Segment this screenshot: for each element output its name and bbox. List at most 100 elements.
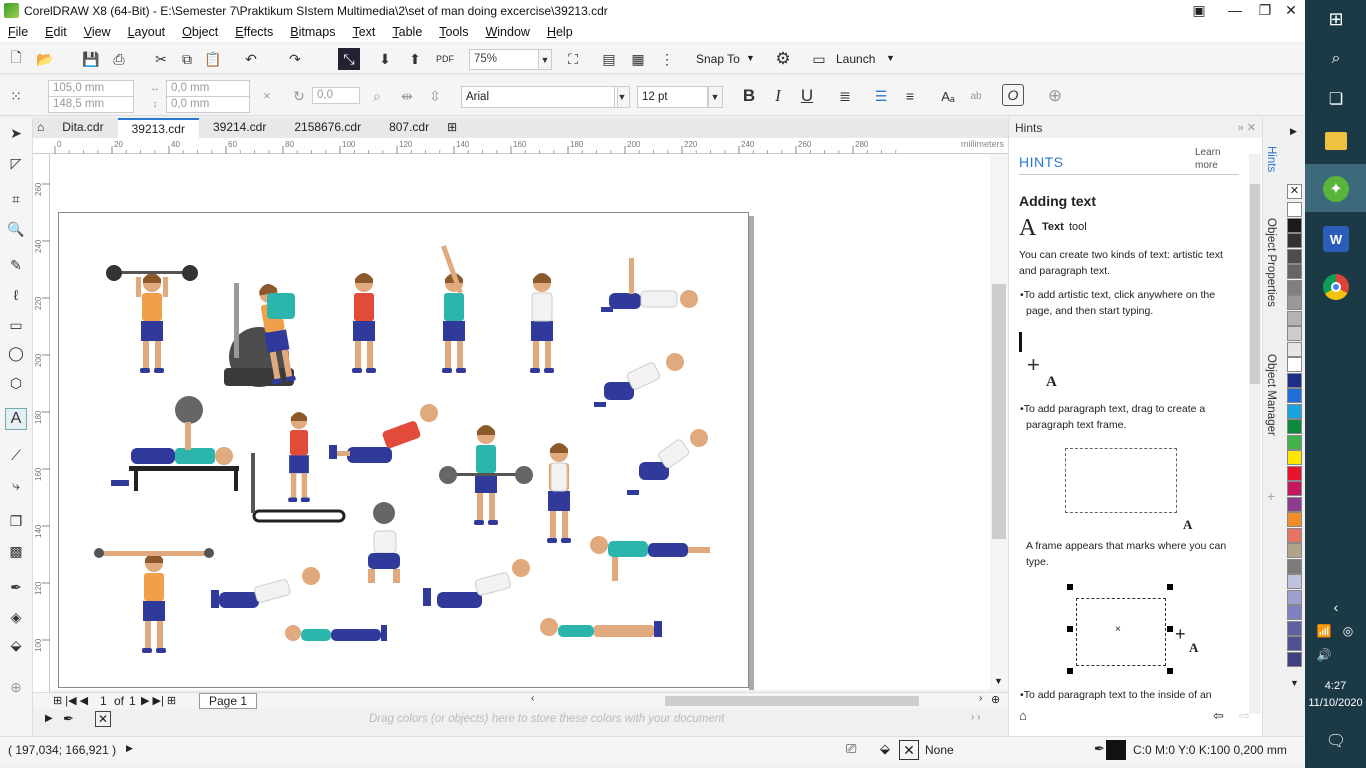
smart-fill-icon[interactable]: ⬙ [5,634,27,656]
palette-flyout-icon[interactable]: ▶ [1290,126,1297,137]
lock-ratio-icon[interactable]: ⨯ [256,85,278,107]
save-icon[interactable]: 💾 [80,48,102,70]
rectangle-tool-icon[interactable]: ▭ [5,314,27,336]
color-swatch[interactable] [1287,233,1302,248]
menu-effects[interactable]: Effects [235,25,273,39]
notifications-icon[interactable]: 🗨 [1323,728,1349,754]
minimize-button[interactable]: — [1220,0,1250,22]
polygon-tool-icon[interactable]: ⬡ [5,372,27,394]
paste-icon[interactable]: 📋 [202,48,224,70]
exercise-illustration[interactable] [59,213,750,689]
menu-file[interactable]: File [8,25,28,39]
guidelines-icon[interactable]: ⋮ [656,48,678,70]
underline-icon[interactable]: U [796,85,818,107]
add-docker-icon[interactable]: + [1267,488,1275,504]
copy-icon[interactable]: ⧉ [176,48,198,70]
undo-icon[interactable]: ↶ [240,48,262,70]
no-fill-swatch[interactable]: ✕ [1287,184,1302,199]
volume-icon[interactable]: 🔊 [1311,642,1337,668]
redo-icon[interactable]: ↷ [284,48,306,70]
export-icon[interactable]: ⬆ [404,48,426,70]
crop-tool-icon[interactable]: ⌗ [5,188,27,210]
side-tab-object-manager[interactable]: Object Manager [1265,354,1277,436]
color-swatch[interactable] [1287,434,1302,450]
gear-icon[interactable]: ⚙ [772,48,794,70]
status-expand-icon[interactable]: ▶ [126,743,133,754]
menu-table[interactable]: Table [392,25,422,39]
full-screen-icon[interactable]: ⛶ [562,48,584,70]
font-family-field[interactable]: Arial [461,86,618,108]
scroll-down-icon[interactable]: ▼ [994,676,1003,686]
drop-cap-icon[interactable]: ≡ [899,85,921,107]
side-tab-object-properties[interactable]: Object Properties [1265,218,1277,307]
network-icon[interactable]: 📶 [1311,618,1337,644]
color-swatch[interactable] [1287,279,1302,295]
palette-arrows-icon[interactable]: › › [971,712,980,723]
tray-chevron-icon[interactable]: ‹ [1323,594,1349,620]
add-icon[interactable]: ⊕ [1044,85,1066,107]
tab-39214[interactable]: 39214.cdr [199,118,280,138]
parallel-dimension-icon[interactable]: ⟋ [5,444,27,466]
eyedropper-small-icon[interactable]: ✒ [63,711,74,727]
drop-shadow-icon[interactable]: ❐ [5,510,27,532]
connector-tool-icon[interactable]: ⤷ [5,474,27,496]
bold-icon[interactable]: B [738,85,760,107]
restore-icon-help[interactable]: ▣ [1184,0,1214,22]
clock-date[interactable]: 11/10/2020 [1305,697,1366,709]
color-swatch[interactable] [1287,357,1302,372]
color-proof-icon[interactable]: ⎚ [846,741,856,757]
side-tab-hints[interactable]: Hints [1265,146,1277,172]
menu-edit[interactable]: Edit [45,25,67,39]
color-swatch[interactable] [1287,558,1302,574]
color-swatch[interactable] [1287,481,1302,496]
palette-expand-icon[interactable]: ▶ [45,713,53,724]
docker-close-icon[interactable]: » ✕ [1238,118,1256,138]
menu-tools[interactable]: Tools [439,25,468,39]
fill-icon[interactable]: ⬙ [880,741,890,757]
zoom-tool-icon[interactable]: 🔍 [5,218,27,240]
zoom-navigator-icon[interactable]: ⊕ [991,693,1000,706]
tab-2158676[interactable]: 2158676.cdr [280,118,375,138]
color-swatch[interactable] [1287,450,1302,465]
text-tool-icon[interactable]: A [5,408,27,430]
text-properties-icon[interactable]: Aₐ [937,85,959,107]
color-swatch[interactable] [1287,264,1302,279]
color-swatch[interactable] [1287,403,1302,419]
next-page-icon[interactable]: ▶ ▶| ⊞ [141,694,176,707]
rulers-icon[interactable]: ▤ [598,48,620,70]
width-field[interactable]: 0,0 mm [166,80,250,97]
open-icon[interactable]: 📂 [34,48,56,70]
menu-object[interactable]: Object [182,25,218,39]
mirror-vertical-icon[interactable]: ⇳ [424,85,446,107]
tab-807[interactable]: 807.cdr [375,118,443,138]
tab-dita[interactable]: Dita.cdr [48,118,117,138]
wifi-icon[interactable]: ◎ [1335,618,1361,644]
ellipse-tool-icon[interactable]: ◯ [5,342,27,364]
menu-bitmaps[interactable]: Bitmaps [290,25,335,39]
italic-icon[interactable]: I [767,85,789,107]
add-tab-icon[interactable]: ⊞ [443,118,461,138]
height-field[interactable]: 0,0 mm [166,96,250,113]
color-swatch[interactable] [1287,543,1302,558]
launch-chevron-icon[interactable]: ▼ [886,53,895,63]
outline-color-swatch[interactable] [1106,740,1126,760]
menu-view[interactable]: View [84,25,111,39]
y-position-field[interactable]: 148,5 mm [48,96,134,113]
vertical-scrollbar[interactable]: ▼ [990,154,1008,690]
hints-scrollbar[interactable] [1249,154,1261,714]
import-icon[interactable]: ⬇ [374,48,396,70]
horizontal-scroll-thumb[interactable] [665,696,919,706]
color-swatch[interactable] [1287,295,1302,310]
zoom-dropdown-icon[interactable]: ▼ [538,49,552,70]
tab-39213[interactable]: 39213.cdr [117,118,199,138]
color-swatch[interactable] [1287,419,1302,434]
menu-layout[interactable]: Layout [128,25,166,39]
color-swatch[interactable] [1287,496,1302,512]
rotation-field[interactable]: 0,0 [312,87,360,104]
drawing-page[interactable] [58,212,749,688]
color-swatch[interactable] [1287,388,1302,403]
color-swatch[interactable] [1287,620,1302,636]
page-layout-icon[interactable]: ⁙ [5,85,27,107]
font-size-field[interactable]: 12 pt [637,86,709,108]
first-page-icon[interactable]: ⊞ |◀ ◀ [53,694,88,707]
